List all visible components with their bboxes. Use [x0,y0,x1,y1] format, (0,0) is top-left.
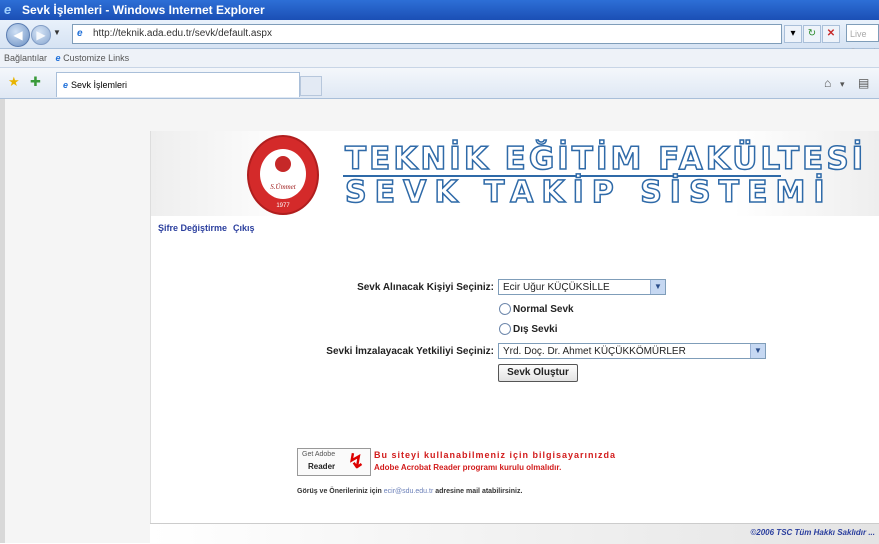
create-sevk-button[interactable]: Sevk Oluştur [498,364,578,382]
back-button[interactable]: ◀ [6,23,30,47]
dis-sevk-radio[interactable] [499,323,511,335]
contact-text: Görüş ve Önerileriniz için ecir@sdu.edu.… [297,488,522,495]
address-bar[interactable]: e http://teknik.ada.edu.tr/sevk/default.a… [72,24,782,44]
refresh-icon[interactable]: ↻ [803,25,821,43]
links-label: Bağlantılar [4,53,48,63]
contact-email-link[interactable]: ecir@sdu.edu.tr [384,488,434,495]
page-icon: e [77,28,83,39]
address-dropdown-icon[interactable]: ▾ [784,25,802,43]
header-banner: S.Ümmet 1977 TEKNİK EĞİTİM FAKÜLTESİ SEV… [151,131,879,216]
adobe-reader-badge[interactable]: Get Adobe Reader ↯ [297,448,371,476]
chevron-down-icon: ▼ [750,344,765,358]
person-select-value: Ecir Uğur KÜÇÜKSİLLE [503,282,610,293]
signer-label: Sevki İmzalayacak Yetkiliyi Seçiniz: [326,346,494,357]
navigation-bar: ◀ ▶ ▼ e http://teknik.ada.edu.tr/sevk/def… [0,20,879,57]
logout-link[interactable]: Çıkış [233,223,255,233]
adobe-badge-bottom: Reader [308,462,336,471]
new-tab-button[interactable] [300,76,322,96]
tab-bar: ★ ✚ e Sevk İşlemleri ⌂ ▾ ▤ [0,68,879,99]
tab-sevk-islemleri[interactable]: e Sevk İşlemleri [56,72,300,97]
forward-button[interactable]: ▶ [31,25,51,45]
feeds-icon[interactable]: ▤ [858,76,869,90]
faculty-seal: S.Ümmet 1977 [247,135,319,215]
normal-sevk-label: Normal Sevk [513,303,574,315]
address-url: http://teknik.ada.edu.tr/sevk/default.as… [93,28,272,39]
faculty-title: TEKNİK EĞİTİM FAKÜLTESİ [344,140,867,178]
rose-icon [275,156,291,172]
change-password-link[interactable]: Şifre Değiştirme [158,223,227,233]
page-container: S.Ümmet 1977 TEKNİK EĞİTİM FAKÜLTESİ SEV… [150,131,879,543]
normal-sevk-radio[interactable] [499,303,511,315]
links-bar: Bağlantılar e Customize Links [0,49,879,68]
history-dropdown-icon[interactable]: ▼ [53,28,61,37]
adobe-badge-top: Get Adobe [302,451,336,458]
adobe-message-line2: Adobe Acrobat Reader programı kurulu olm… [374,463,562,472]
footer-bar: ©2006 TSC Tüm Hakkı Saklıdır ... [150,523,879,544]
window-title: Sevk İşlemleri - Windows Internet Explor… [22,3,265,17]
dis-sevk-option[interactable]: Dış Sevki [499,323,557,335]
signer-select-value: Yrd. Doç. Dr. Ahmet KÜÇÜKKÖMÜRLER [503,346,686,357]
ie-logo-icon: e [4,2,12,17]
normal-sevk-option[interactable]: Normal Sevk [499,303,574,315]
home-icon[interactable]: ⌂ [824,76,831,90]
stop-icon[interactable]: ✕ [822,25,840,43]
seal-year: 1977 [276,203,290,209]
favorites-star-icon[interactable]: ★ [8,75,20,89]
search-input[interactable]: Live Search [846,24,879,57]
system-title: SEVK TAKİP SİSTEMİ [344,174,833,211]
home-dropdown-icon[interactable]: ▾ [840,79,845,90]
signer-select[interactable]: Yrd. Doç. Dr. Ahmet KÜÇÜKKÖMÜRLER ▼ [498,343,766,359]
window-titlebar: e Sevk İşlemleri - Windows Internet Expl… [0,0,879,20]
person-label: Sevk Alınacak Kişiyi Seçiniz: [357,282,494,293]
dis-sevk-label: Dış Sevki [513,323,558,335]
contact-suffix: adresine mail atabilirsiniz. [435,488,523,495]
copyright-text: ©2006 TSC Tüm Hakkı Saklıdır ... [750,528,875,537]
top-links: Şifre Değiştirme Çıkış [158,223,261,233]
customize-links[interactable]: Customize Links [63,53,129,63]
contact-prefix: Görüş ve Önerileriniz için [297,488,382,495]
adobe-reader-icon: ↯ [347,451,365,473]
chevron-down-icon: ▼ [650,280,665,294]
tab-title: Sevk İşlemleri [71,80,128,90]
add-favorites-icon[interactable]: ✚ [30,75,41,89]
left-edge [0,99,5,543]
link-page-icon: e [55,53,61,63]
adobe-message-line1: Bu siteyi kullanabilmeniz için bilgisaya… [374,450,617,460]
seal-text: S.Ümmet [270,183,296,191]
seal-inner: S.Ümmet [260,149,306,199]
person-select[interactable]: Ecir Uğur KÜÇÜKSİLLE ▼ [498,279,666,295]
tab-page-icon: e [63,80,69,90]
